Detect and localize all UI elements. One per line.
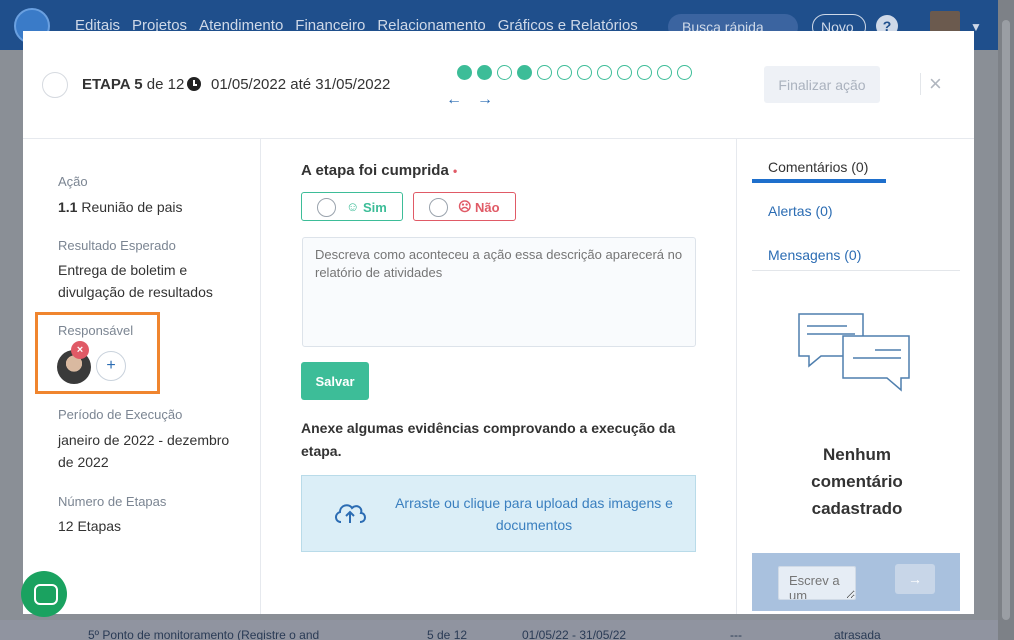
remove-responsible-icon[interactable]: ×: [71, 341, 89, 359]
header-divider: [920, 73, 921, 95]
description-textarea[interactable]: [302, 237, 696, 347]
step-dot-7[interactable]: [577, 65, 592, 80]
step-done-question: A etapa foi cumprida •: [301, 162, 457, 179]
step-dot-8[interactable]: [597, 65, 612, 80]
page-scrollbar[interactable]: [998, 0, 1014, 640]
action-name: Reunião de pais: [81, 199, 183, 215]
action-label: Ação: [58, 174, 88, 189]
tab-messages[interactable]: Mensagens (0): [768, 247, 861, 263]
prev-step-arrow-icon[interactable]: ←: [446, 91, 462, 109]
no-comments-text: Nenhum comentário cadastrado: [811, 445, 903, 518]
step-date-range: 01/05/2022 até 31/05/2022: [211, 76, 391, 93]
step-dot-3[interactable]: [497, 65, 512, 80]
tab-alerts[interactable]: Alertas (0): [768, 203, 833, 219]
step-dot-9[interactable]: [617, 65, 632, 80]
frown-icon: ☹: [458, 199, 472, 214]
send-arrow-icon[interactable]: →: [895, 564, 935, 594]
row-item-name: 5º Ponto de monitoramento (Registre o an…: [88, 628, 320, 640]
cloud-upload-icon: [335, 504, 366, 523]
expected-result-value: Entrega de boletim e divulgação de resul…: [58, 262, 213, 300]
step-title: ETAPA 5 de 12: [82, 76, 184, 93]
period-label: Período de Execução: [58, 407, 183, 422]
option-yes[interactable]: ☺ Sim: [301, 192, 403, 221]
tab-comments[interactable]: Comentários (0): [768, 159, 868, 175]
modal-header: ETAPA 5 de 12 01/05/2022 até 31/05/2022 …: [23, 31, 974, 139]
evidence-instructions: Anexe algumas evidências comprovando a e…: [301, 420, 676, 459]
step-dot-6[interactable]: [557, 65, 572, 80]
steps-count-value: 12 Etapas: [58, 518, 122, 534]
chat-support-icon[interactable]: [21, 571, 67, 617]
step-dot-10[interactable]: [637, 65, 652, 80]
background-table-row: 5º Ponto de monitoramento (Registre o an…: [0, 620, 998, 640]
step-total: de 12: [146, 76, 185, 93]
comment-composer: →: [752, 553, 960, 611]
step-status-circle: [42, 72, 68, 98]
step-dot-5[interactable]: [537, 65, 552, 80]
step-modal: ETAPA 5 de 12 01/05/2022 até 31/05/2022 …: [21, 31, 974, 617]
action-details-panel: Ação 1.1 Reunião de pais Resultado Esper…: [23, 139, 261, 614]
row-steps: 5 de 12: [427, 628, 468, 640]
step-form-panel: A etapa foi cumprida • ☺ Sim ☹ Não Salva…: [262, 139, 735, 614]
expected-result-label: Resultado Esperado: [58, 238, 176, 253]
next-step-arrow-icon[interactable]: →: [477, 91, 493, 109]
action-value: 1.1 Reunião de pais: [58, 196, 248, 218]
step-number: ETAPA 5: [82, 76, 143, 93]
active-tab-indicator: [752, 179, 886, 183]
smile-icon: ☺: [346, 199, 360, 214]
add-responsible-button[interactable]: +: [96, 351, 126, 381]
responsible-label: Responsável: [58, 323, 134, 338]
radio-yes[interactable]: [317, 198, 336, 217]
save-button[interactable]: Salvar: [301, 362, 369, 400]
close-icon[interactable]: ×: [929, 73, 942, 95]
period-value: janeiro de 2022 - dezembro de 2022: [58, 432, 230, 470]
option-no[interactable]: ☹ Não: [413, 192, 516, 221]
required-mark: •: [452, 164, 458, 178]
row-dates: 01/05/22 - 31/05/22: [522, 628, 627, 640]
steps-count-label: Número de Etapas: [58, 494, 167, 509]
radio-no[interactable]: [429, 198, 448, 217]
upload-text: Arraste ou clique para upload das imagen…: [395, 495, 673, 533]
step-progress-dots: [457, 65, 692, 80]
finalize-action-button[interactable]: Finalizar ação: [764, 66, 880, 103]
comments-panel: Comentários (0) Alertas (0) Mensagens (0…: [736, 139, 974, 614]
tabs-divider: [752, 270, 960, 271]
upload-dropzone[interactable]: Arraste ou clique para upload das imagen…: [301, 475, 696, 552]
clock-icon: [187, 77, 201, 91]
option-yes-label: Sim: [363, 200, 387, 215]
question-text: A etapa foi cumprida: [301, 162, 449, 179]
comments-icon: [798, 313, 910, 392]
row-dash: ---: [730, 628, 742, 640]
step-dot-11[interactable]: [657, 65, 672, 80]
action-number: 1.1: [58, 199, 78, 215]
step-dot-12[interactable]: [677, 65, 692, 80]
step-dot-1[interactable]: [457, 65, 472, 80]
option-no-label: Não: [475, 200, 500, 215]
row-status: atrasada: [834, 628, 881, 640]
comment-input[interactable]: [778, 566, 856, 600]
step-dot-2[interactable]: [477, 65, 492, 80]
step-dot-4[interactable]: [517, 65, 532, 80]
scrollbar-thumb[interactable]: [1002, 20, 1010, 620]
